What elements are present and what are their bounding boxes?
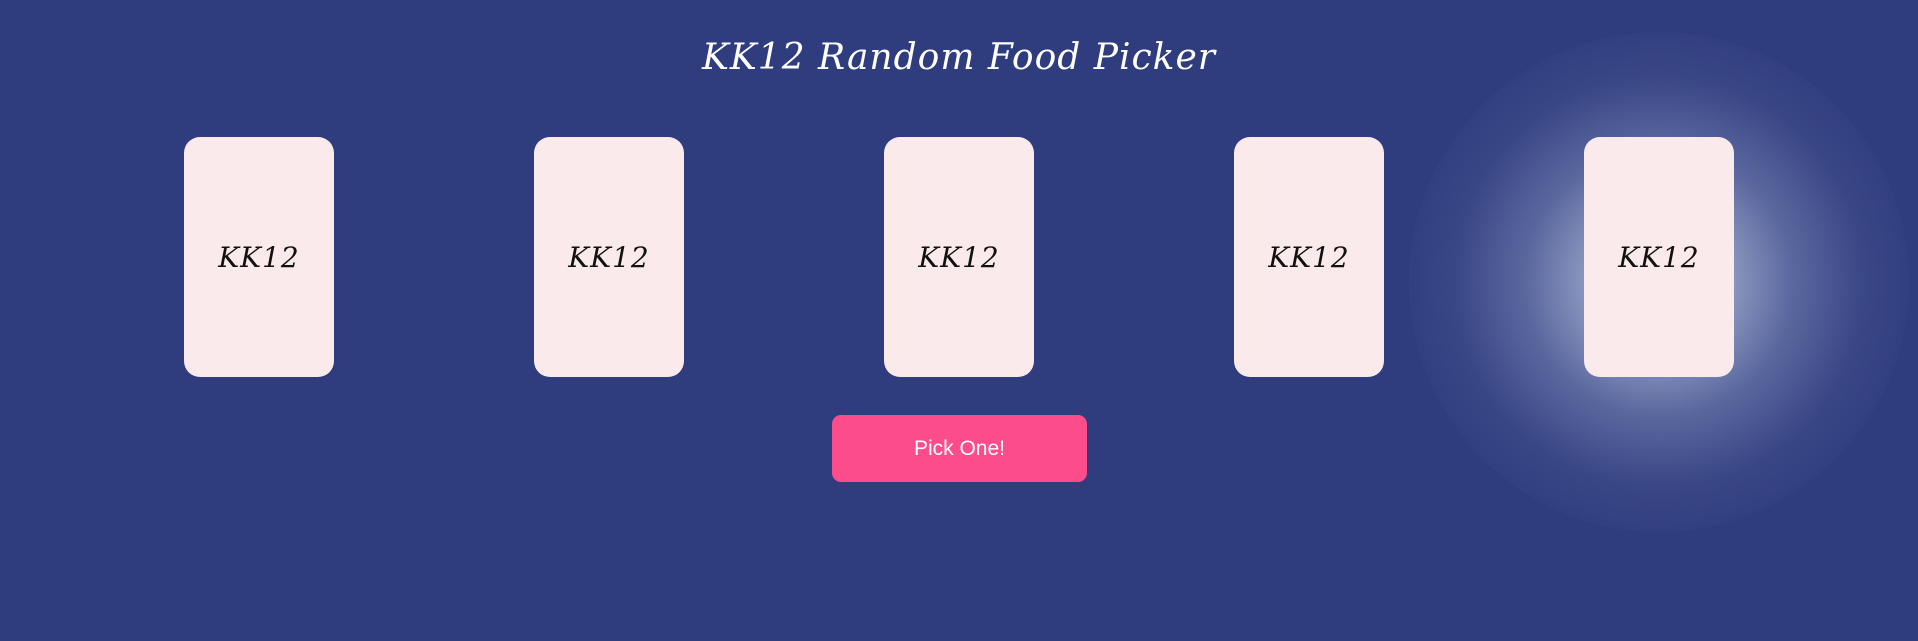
card-label: KK12 <box>568 240 650 274</box>
food-card[interactable]: KK12 <box>184 137 334 377</box>
food-card[interactable]: KK12 <box>534 137 684 377</box>
pick-one-button[interactable]: Pick One! <box>832 415 1087 482</box>
food-card-highlighted[interactable]: KK12 <box>1584 137 1734 377</box>
card-label: KK12 <box>1268 240 1350 274</box>
food-card[interactable]: KK12 <box>1234 137 1384 377</box>
page-title: KK12 Random Food Picker <box>702 37 1216 78</box>
card-row: KK12 KK12 KK12 KK12 KK12 <box>0 137 1918 377</box>
card-label: KK12 <box>1618 240 1700 274</box>
food-card[interactable]: KK12 <box>884 137 1034 377</box>
card-label: KK12 <box>218 240 300 274</box>
card-label: KK12 <box>918 240 1000 274</box>
